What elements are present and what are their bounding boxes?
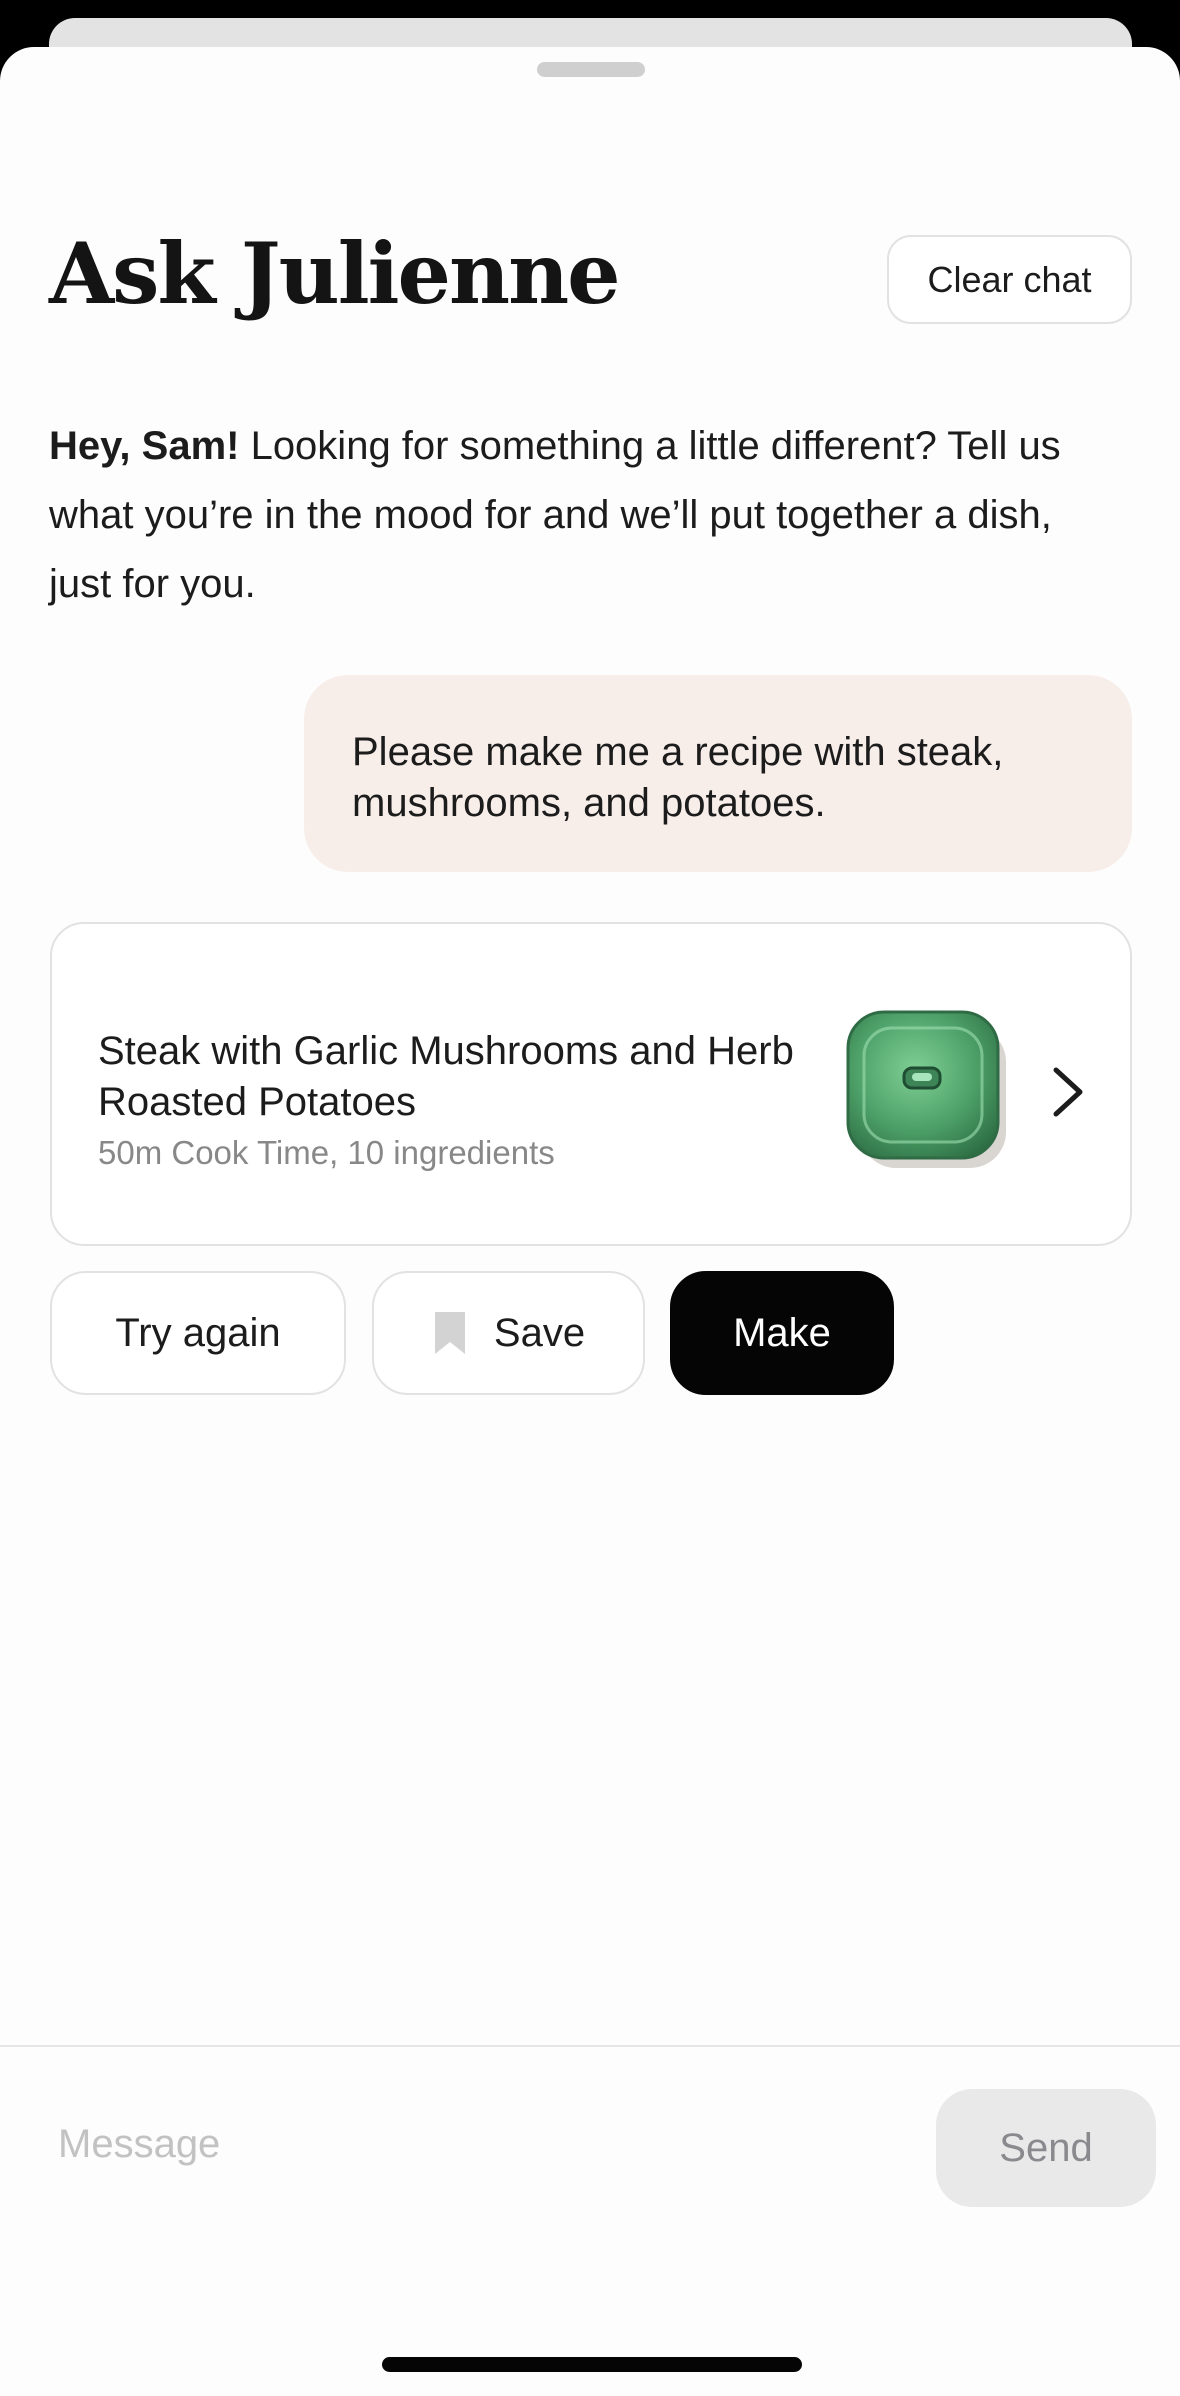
save-button-label: Save xyxy=(493,1310,586,1355)
clear-chat-button[interactable]: Clear chat xyxy=(887,235,1132,324)
greeting-name: Hey, Sam! xyxy=(49,424,240,468)
sheet-grabber[interactable] xyxy=(537,62,645,77)
green-dish-image xyxy=(846,1010,1006,1168)
greeting-text: Hey, Sam! Looking for something a little… xyxy=(49,412,1109,619)
user-message-bubble: Please make me a recipe with steak, mush… xyxy=(304,675,1132,872)
chevron-right-icon xyxy=(1053,1067,1083,1117)
recipe-title: Steak with Garlic Mushrooms and Herb Roa… xyxy=(98,1029,794,1124)
send-button[interactable]: Send xyxy=(936,2089,1156,2207)
bookmark-icon xyxy=(434,1312,465,1354)
composer-divider xyxy=(0,2045,1180,2047)
recipe-meta: 50m Cook Time, 10 ingredients xyxy=(98,1134,555,1171)
make-button[interactable]: Make xyxy=(670,1271,894,1395)
home-indicator xyxy=(382,2357,802,2372)
page-title: Ask Julienne xyxy=(49,224,621,323)
try-again-button[interactable]: Try again xyxy=(50,1271,346,1395)
user-message-text: Please make me a recipe with steak, mush… xyxy=(352,730,1004,825)
save-button[interactable]: Save xyxy=(372,1271,645,1395)
message-input[interactable] xyxy=(58,2109,858,2179)
ask-julienne-sheet: Ask Julienne Clear chat Hey, Sam! Lookin… xyxy=(0,47,1180,2396)
recipe-card[interactable]: Steak with Garlic Mushrooms and Herb Roa… xyxy=(50,922,1132,1246)
